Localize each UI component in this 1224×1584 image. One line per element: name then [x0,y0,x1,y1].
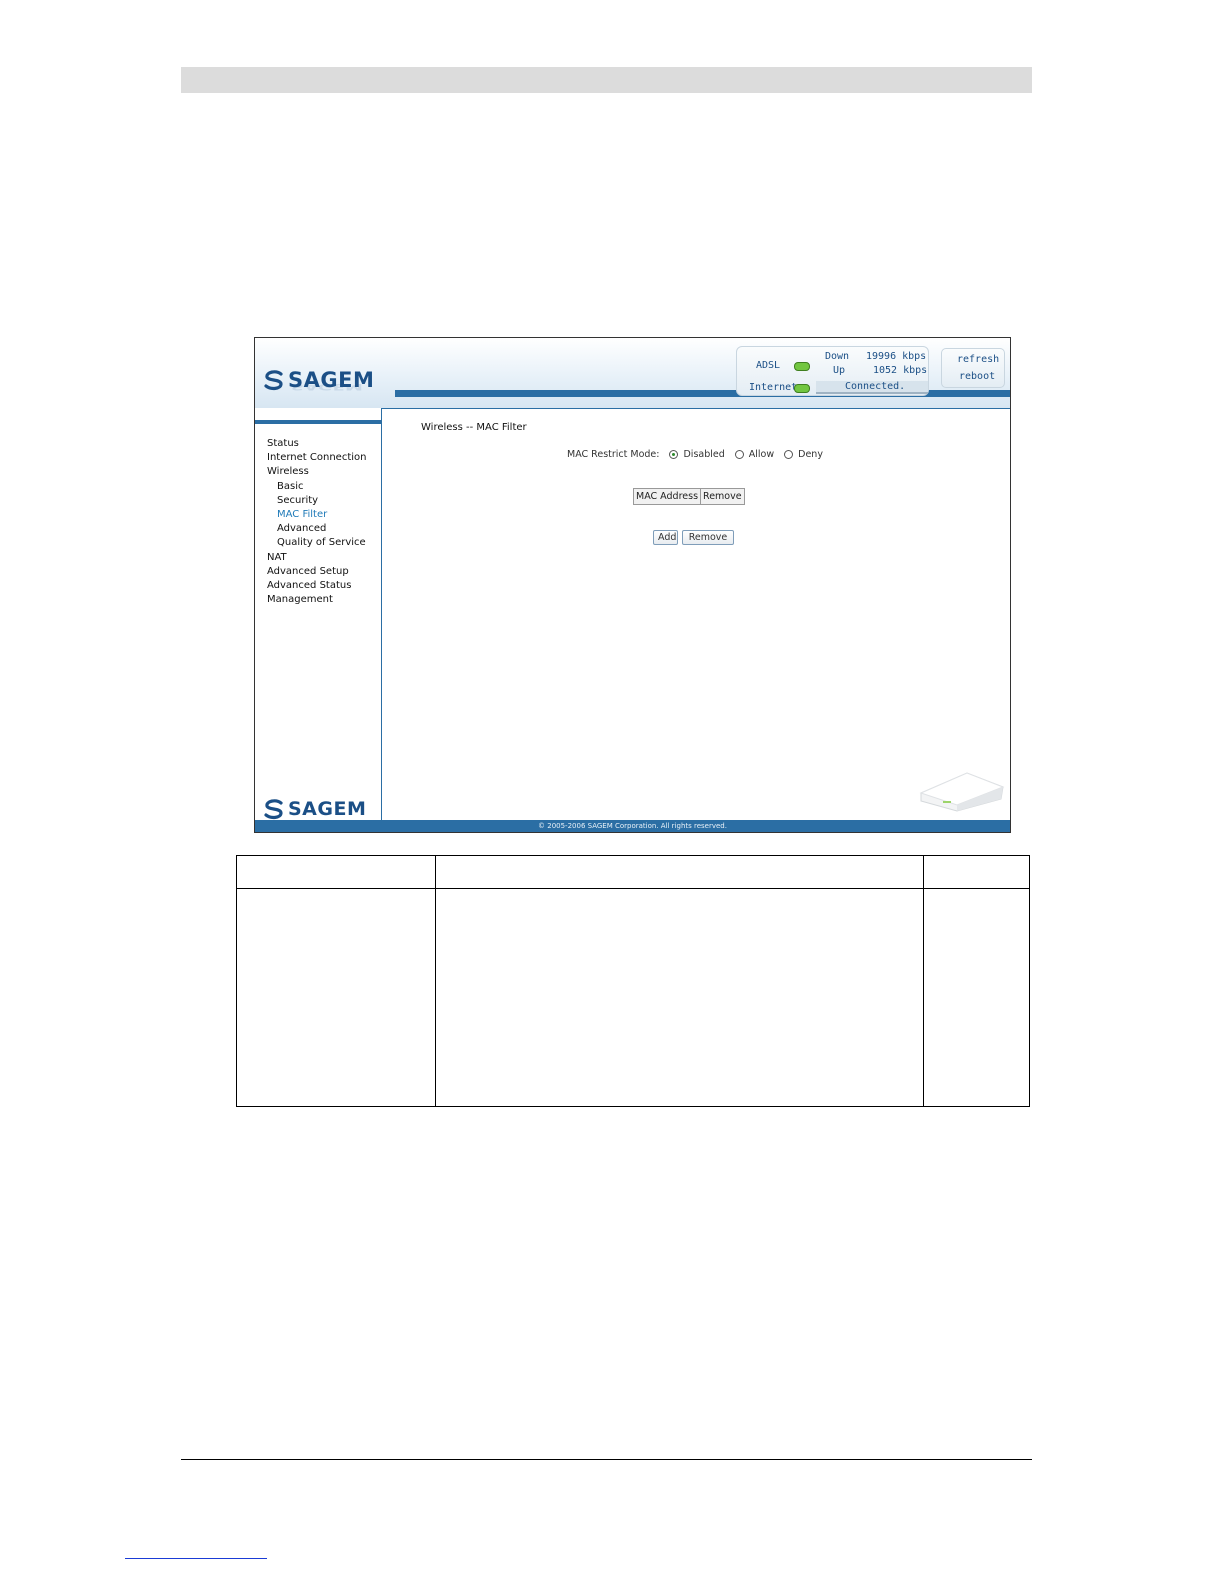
action-panel: refresh reboot [941,348,1005,388]
sidebar-item-basic[interactable]: Basic [267,480,366,494]
column-header-mac-address: MAC Address [632,488,702,505]
logo-text: SAGEM [288,798,367,820]
sagem-swirl-icon [264,370,283,391]
page-title: Wireless -- MAC Filter [421,422,527,433]
table-cell [435,888,924,1107]
sidebar-item-management[interactable]: Management [267,593,366,607]
sidebar-item-mac-filter[interactable]: MAC Filter [267,508,366,522]
radio-allow-label: Allow [748,449,775,460]
sidebar-divider [381,408,382,820]
sidebar-nav: Status Internet Connection Wireless Basic Se… [267,437,366,607]
table-header-cell [923,855,1030,889]
sagem-logo-bottom: SAGEM [263,798,366,820]
sagem-swirl-icon [264,799,283,820]
down-value: 19996 kbps [866,351,927,362]
mac-restrict-mode-row: MAC Restrict Mode: Disabled Allow Deny [567,449,823,460]
sidebar-top-line [255,420,381,424]
copyright-footer: © 2005-2006 SAGEM Corporation. All right… [255,820,1010,832]
radio-allow[interactable] [734,450,744,459]
footer-link-underline [125,1558,267,1559]
mac-filter-table: MAC Address Remove [632,488,745,505]
banner: SAGEM SAGEM ADSL Internet Down 19996 kbp… [255,338,1010,408]
sidebar-item-advanced-status[interactable]: Advanced Status [267,579,366,593]
up-label: Up [833,365,846,376]
down-label: Down [825,351,850,362]
router-screenshot: SAGEM SAGEM ADSL Internet Down 19996 kbp… [254,337,1011,833]
radio-disabled-label: Disabled [683,449,725,460]
router-device-image [919,772,1005,812]
remove-button[interactable]: Remove [682,530,734,545]
sidebar-item-quality-of-service[interactable]: Quality of Service [267,536,366,550]
radio-disabled[interactable] [669,450,679,459]
column-header-remove: Remove [700,488,745,505]
logo-reflection: SAGEM [291,381,363,393]
connection-bar: Connected. [816,381,928,394]
table-cell [236,888,436,1107]
table-header-cell [236,855,436,889]
adsl-label: ADSL [756,360,781,371]
radio-deny-label: Deny [798,449,823,460]
internet-label: Internet [749,382,798,393]
radio-deny[interactable] [784,450,794,459]
sidebar-item-advanced-setup[interactable]: Advanced Setup [267,565,366,579]
add-button[interactable]: Add [653,530,678,545]
adsl-led-icon [794,362,810,371]
connection-status: Connected. [845,381,906,392]
refresh-link[interactable]: refresh [957,354,999,365]
table-header-cell [435,855,924,889]
internet-led-icon [794,384,810,393]
content-top-line [382,408,1010,409]
reboot-link[interactable]: reboot [959,371,995,382]
sidebar-item-internet-connection[interactable]: Internet Connection [267,451,366,465]
mac-restrict-mode-label: MAC Restrict Mode: [567,449,660,460]
sidebar-item-status[interactable]: Status [267,437,366,451]
table-cell [923,888,1030,1107]
footer-rule [181,1459,1032,1460]
sidebar-item-wireless[interactable]: Wireless [267,465,366,479]
document-header-bar [181,67,1032,93]
sidebar-item-nat[interactable]: NAT [267,551,366,565]
description-table [236,855,1030,1107]
sidebar-item-security[interactable]: Security [267,494,366,508]
sidebar-item-advanced[interactable]: Advanced [267,522,366,536]
up-value: 1052 kbps [873,365,928,376]
